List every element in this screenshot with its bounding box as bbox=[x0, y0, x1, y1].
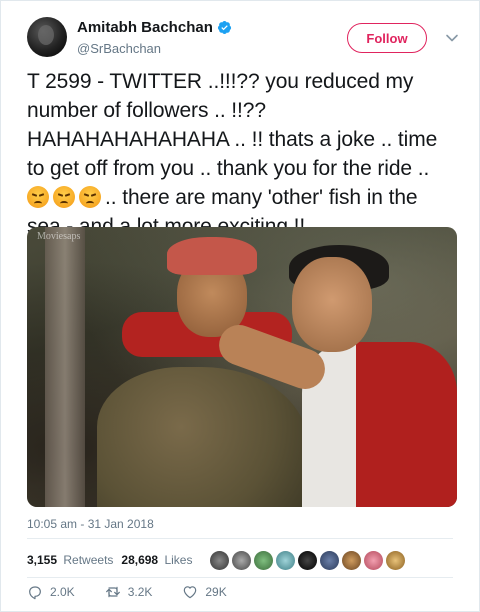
tweet-text: T 2599 - TWITTER ..!!!?? you reduced my … bbox=[27, 67, 457, 241]
chevron-down-icon[interactable] bbox=[445, 31, 459, 45]
reply-button[interactable]: 2.0K bbox=[27, 584, 75, 600]
tweet-actions: 2.0K 3.2K 29K bbox=[27, 584, 257, 600]
likes-count: 28,698 bbox=[121, 553, 159, 567]
avatar[interactable] bbox=[342, 550, 362, 570]
retweet-count: 3.2K bbox=[127, 585, 153, 599]
liker-avatars bbox=[210, 550, 408, 570]
divider bbox=[27, 577, 453, 578]
tweet-header: Amitabh Bachchan @SrBachchan Follow bbox=[27, 17, 463, 61]
retweets-stat[interactable]: 3,155 Retweets bbox=[27, 553, 113, 567]
retweet-icon bbox=[105, 586, 120, 598]
avatar[interactable] bbox=[320, 550, 340, 570]
tweet-line: to get off from you .. thank you for the… bbox=[27, 157, 430, 180]
likes-label: Likes bbox=[164, 553, 193, 567]
retweets-label: Retweets bbox=[63, 553, 114, 567]
avatar[interactable] bbox=[298, 550, 318, 570]
tweet-timestamp[interactable]: 10:05 am - 31 Jan 2018 bbox=[27, 517, 154, 531]
display-name-text[interactable]: Amitabh Bachchan bbox=[77, 19, 213, 36]
tweet-line: T 2599 - TWITTER ..!!!?? you reduced my bbox=[27, 70, 414, 93]
avatar[interactable] bbox=[232, 550, 252, 570]
angry-face-icon bbox=[53, 186, 75, 208]
avatar[interactable] bbox=[254, 550, 274, 570]
verified-badge-icon bbox=[217, 20, 231, 35]
follow-button[interactable]: Follow bbox=[347, 23, 427, 53]
avatar[interactable] bbox=[364, 550, 384, 570]
user-info: Amitabh Bachchan @SrBachchan bbox=[77, 19, 232, 56]
angry-face-icon bbox=[79, 186, 101, 208]
avatar[interactable] bbox=[276, 550, 296, 570]
like-count: 29K bbox=[205, 585, 227, 599]
like-button[interactable]: 29K bbox=[182, 584, 227, 600]
retweet-button[interactable]: 3.2K bbox=[105, 584, 153, 600]
tweet-line-text: .. there are many 'other' fish in the bbox=[105, 186, 418, 209]
user-handle[interactable]: @SrBachchan bbox=[77, 41, 232, 56]
tweet-line: .. there are many 'other' fish in the bbox=[27, 183, 457, 212]
reply-count: 2.0K bbox=[50, 585, 75, 599]
divider bbox=[27, 538, 453, 539]
display-name[interactable]: Amitabh Bachchan bbox=[77, 19, 232, 36]
avatar[interactable] bbox=[386, 550, 406, 570]
angry-face-icon bbox=[27, 186, 49, 208]
likes-stat[interactable]: 28,698 Likes bbox=[121, 553, 192, 567]
tweet-card: Amitabh Bachchan @SrBachchan Follow T 25… bbox=[0, 0, 480, 612]
avatar[interactable] bbox=[210, 550, 230, 570]
tweet-line: HAHAHAHAHAHAHA .. !! thats a joke .. tim… bbox=[27, 128, 438, 151]
avatar[interactable] bbox=[27, 17, 67, 57]
photo-watermark: Moviesaps bbox=[37, 231, 81, 242]
heart-icon bbox=[184, 586, 197, 599]
engagement-stats: 3,155 Retweets 28,698 Likes bbox=[27, 544, 453, 576]
tweet-photo[interactable]: Moviesaps bbox=[27, 227, 457, 507]
reply-icon bbox=[29, 586, 41, 600]
tweet-line: number of followers .. !!?? bbox=[27, 99, 266, 122]
retweets-count: 3,155 bbox=[27, 553, 58, 567]
